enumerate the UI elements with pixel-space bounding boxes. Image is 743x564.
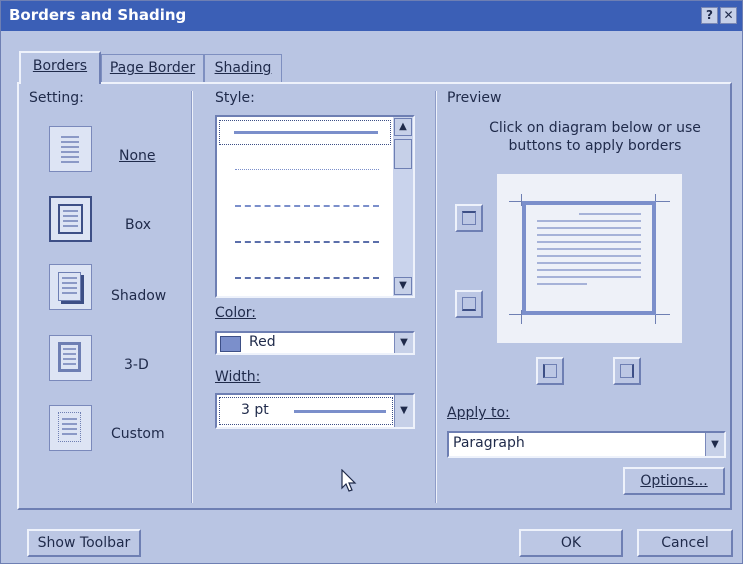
scroll-up-arrow-icon[interactable]: ▲ (394, 118, 412, 136)
setting-3d-label[interactable]: 3-D (124, 357, 149, 373)
style-option-dashed-small[interactable] (235, 205, 379, 207)
style-option-solid[interactable] (219, 120, 391, 145)
setting-none-label[interactable]: None (119, 148, 156, 164)
width-line-sample (294, 410, 386, 413)
borders-and-shading-dialog: Borders and Shading ? ✕ Borders Page Bor… (0, 0, 743, 564)
color-value: Red (249, 334, 276, 350)
style-option-dash-dot[interactable] (235, 277, 379, 279)
setting-custom-label[interactable]: Custom (111, 426, 165, 442)
color-header: Color: (215, 305, 257, 321)
color-select[interactable]: Red ▼ (215, 331, 415, 355)
top-border-icon (462, 211, 476, 225)
style-option-dashed[interactable] (235, 241, 379, 243)
tab-shading-label: Shading (214, 60, 272, 76)
right-border-icon (620, 364, 634, 378)
bottom-border-button[interactable] (455, 290, 483, 318)
tab-borders[interactable]: Borders (19, 51, 101, 84)
left-border-button[interactable] (536, 357, 564, 385)
color-swatch (220, 336, 241, 352)
style-scrollbar[interactable]: ▲ ▼ (393, 117, 413, 296)
tab-page-border-label: Page Border (109, 60, 196, 76)
preview-header: Preview (447, 90, 502, 106)
tab-shading[interactable]: Shading (204, 54, 282, 82)
options-button[interactable]: Options... (623, 467, 725, 495)
setting-header: Setting: (29, 90, 84, 106)
color-dropdown-arrow-icon[interactable]: ▼ (394, 333, 413, 353)
help-button[interactable]: ? (701, 7, 718, 24)
style-header: Style: (215, 90, 255, 106)
show-toolbar-button-label: Show Toolbar (37, 535, 131, 551)
apply-to-select[interactable]: Paragraph ▼ (447, 431, 726, 458)
scroll-down-arrow-icon[interactable]: ▼ (394, 277, 412, 295)
preview-diagram[interactable] (497, 174, 682, 343)
scroll-thumb[interactable] (394, 139, 412, 169)
apply-to-dropdown-arrow-icon[interactable]: ▼ (705, 433, 724, 456)
preview-instructions: Click on diagram below or use buttons to… (489, 120, 701, 154)
separator-style-preview (435, 91, 437, 503)
bottom-border-icon (462, 297, 476, 311)
width-header: Width: (215, 369, 261, 385)
top-border-button[interactable] (455, 204, 483, 232)
setting-3d-icon[interactable] (49, 335, 92, 381)
dialog-title: Borders and Shading (9, 6, 187, 24)
left-border-icon (543, 364, 557, 378)
style-list[interactable]: ▲ ▼ (215, 115, 415, 298)
cancel-button[interactable]: Cancel (637, 529, 733, 557)
separator-setting-style (191, 91, 193, 503)
ok-button-label: OK (560, 535, 582, 551)
preview-box-border (522, 201, 656, 315)
mouse-cursor-icon (341, 469, 357, 492)
setting-shadow-label[interactable]: Shadow (111, 288, 166, 304)
setting-custom-icon[interactable] (49, 405, 92, 451)
width-value: 3 pt (241, 402, 269, 418)
cancel-button-label: Cancel (661, 535, 709, 551)
right-border-button[interactable] (613, 357, 641, 385)
tab-borders-label: Borders (32, 58, 88, 74)
style-option-dotted[interactable] (235, 169, 379, 170)
options-button-label: Options... (640, 473, 708, 489)
setting-none-icon[interactable] (49, 126, 92, 172)
setting-box-label[interactable]: Box (125, 217, 151, 233)
width-dropdown-arrow-icon[interactable]: ▼ (394, 395, 413, 427)
apply-to-value: Paragraph (453, 435, 525, 451)
show-toolbar-button[interactable]: Show Toolbar (27, 529, 141, 557)
apply-to-header: Apply to: (447, 405, 510, 421)
tab-page-border[interactable]: Page Border (101, 54, 204, 82)
title-bar: Borders and Shading ? ✕ (1, 1, 742, 31)
setting-shadow-icon[interactable] (49, 264, 92, 310)
close-button[interactable]: ✕ (720, 7, 737, 24)
ok-button[interactable]: OK (519, 529, 623, 557)
width-select[interactable]: 3 pt ▼ (215, 393, 415, 429)
setting-box-icon[interactable] (49, 196, 92, 242)
